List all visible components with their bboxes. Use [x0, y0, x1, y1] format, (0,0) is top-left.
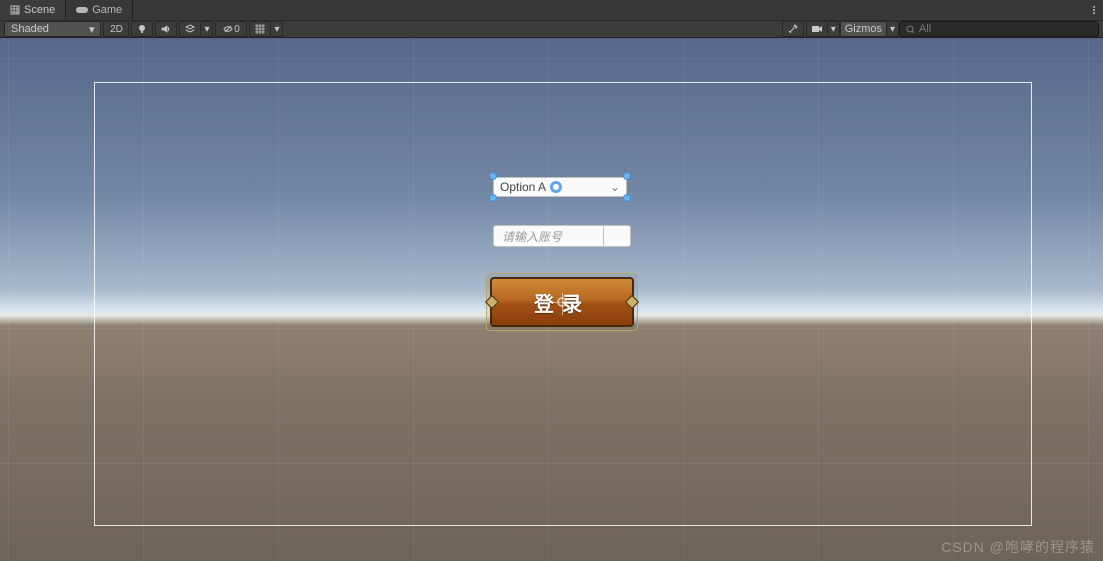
gizmos-toggle[interactable]: Gizmos — [840, 21, 887, 37]
grid-line — [8, 38, 9, 561]
camera-button[interactable] — [806, 21, 828, 37]
shading-mode-dropdown[interactable]: Shaded ▾ — [4, 21, 101, 37]
view-2d-toggle[interactable]: 2D — [103, 21, 129, 37]
lighting-toggle[interactable] — [131, 21, 153, 37]
tab-game-label: Game — [92, 4, 122, 16]
resize-handle[interactable] — [623, 172, 631, 180]
audio-toggle[interactable] — [155, 21, 177, 37]
loading-spinner-icon — [550, 181, 562, 193]
account-input[interactable]: 请输入账号 — [493, 225, 631, 247]
login-button[interactable]: 登录 — [490, 277, 634, 327]
layers-icon — [185, 24, 195, 34]
pivot-gizmo-icon — [557, 297, 567, 307]
camera-icon — [812, 25, 822, 33]
login-button-frame: 登录 — [486, 273, 638, 331]
gamepad-icon — [76, 6, 88, 14]
grid-line — [1088, 38, 1089, 561]
search-placeholder: All — [919, 23, 931, 35]
tab-scene-label: Scene — [24, 4, 55, 16]
chevron-down-icon: ▾ — [890, 24, 895, 35]
view-2d-label: 2D — [110, 24, 123, 35]
selected-dropdown-element[interactable]: Option A ⌄ — [490, 173, 630, 201]
lightbulb-icon — [137, 24, 147, 34]
input-placeholder: 请输入账号 — [494, 226, 604, 246]
gizmos-label: Gizmos — [845, 23, 882, 35]
scene-toolbar: Shaded ▾ 2D ▾ 0 ▾ — [0, 20, 1103, 38]
scene-grid-icon — [10, 5, 20, 15]
effects-toggle[interactable] — [179, 21, 201, 37]
shading-mode-label: Shaded — [11, 23, 49, 35]
effects-dropdown[interactable]: ▾ — [201, 21, 213, 37]
gizmos-dropdown[interactable]: ▾ — [887, 21, 899, 37]
grid-icon — [255, 24, 265, 34]
camera-dropdown[interactable]: ▾ — [828, 21, 840, 37]
hidden-count-label: 0 — [234, 24, 240, 35]
chevron-down-icon: ⌄ — [610, 180, 620, 194]
grid-snap-dropdown[interactable]: ▾ — [271, 21, 283, 37]
chevron-down-icon: ▾ — [831, 24, 836, 35]
resize-handle[interactable] — [489, 194, 497, 202]
tools-icon — [788, 24, 798, 34]
scene-search[interactable]: All — [899, 21, 1099, 37]
grid-line — [0, 58, 1103, 59]
chevron-down-icon: ▾ — [89, 23, 95, 36]
hidden-objects-toggle[interactable]: 0 — [215, 21, 247, 37]
kebab-icon — [1089, 5, 1099, 15]
resize-handle[interactable] — [623, 194, 631, 202]
speaker-icon — [161, 24, 171, 34]
tab-scene[interactable]: Scene — [0, 0, 66, 20]
chevron-down-icon: ▾ — [204, 24, 209, 35]
tools-button[interactable] — [782, 21, 804, 37]
eye-off-icon — [223, 24, 233, 34]
search-icon — [906, 25, 915, 34]
dropdown-value: Option A — [500, 180, 546, 194]
watermark: CSDN @咆哮的程序猿 — [941, 537, 1095, 557]
tab-game[interactable]: Game — [66, 0, 133, 20]
chevron-down-icon: ▾ — [274, 24, 279, 35]
resize-handle[interactable] — [489, 172, 497, 180]
scene-viewport[interactable]: Option A ⌄ 请输入账号 登录 CSDN @咆哮的程序猿 — [0, 38, 1103, 561]
grid-snap-toggle[interactable] — [249, 21, 271, 37]
tab-menu-button[interactable] — [1085, 0, 1103, 20]
view-tabs: Scene Game — [0, 0, 1103, 20]
